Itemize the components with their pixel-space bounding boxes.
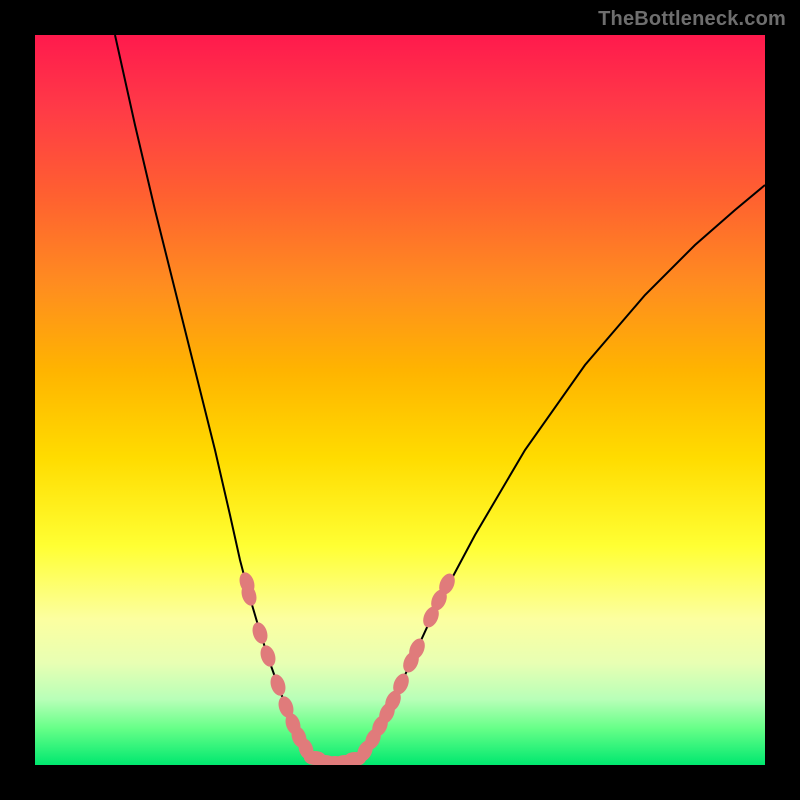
chart-frame: TheBottleneck.com <box>0 0 800 800</box>
curve-layer <box>35 35 765 765</box>
plot-area <box>35 35 765 765</box>
watermark-text: TheBottleneck.com <box>598 8 786 31</box>
bead-group <box>237 570 458 765</box>
bead <box>258 643 278 668</box>
bottleneck-curve <box>115 35 765 764</box>
bead <box>268 672 288 697</box>
bead <box>250 620 270 645</box>
